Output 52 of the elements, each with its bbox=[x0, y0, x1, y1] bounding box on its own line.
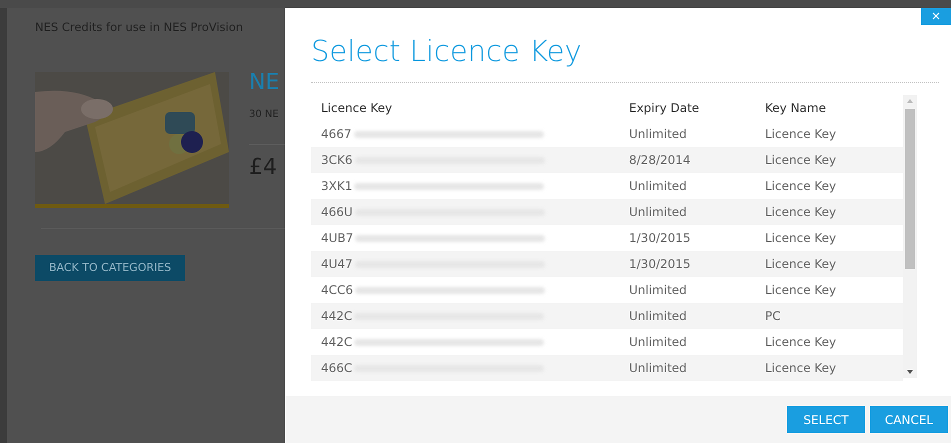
table-cell-text: Unlimited bbox=[629, 179, 688, 193]
column-header: Expiry Date bbox=[629, 101, 700, 115]
table-cell-text: Licence Key bbox=[765, 153, 838, 167]
table-cell-text: Licence Key bbox=[765, 179, 838, 193]
table-cell: 466U bbox=[321, 205, 353, 219]
table-cell-text: Licence Key bbox=[765, 231, 838, 245]
table-cell-text: Licence Key bbox=[765, 257, 838, 271]
table-cell: 442C bbox=[321, 309, 352, 323]
table-row[interactable]: 3CK6 8/28/2014 Licence Key bbox=[311, 147, 903, 173]
scrollbar[interactable] bbox=[903, 95, 917, 378]
table-cell: 4667 bbox=[321, 127, 352, 141]
back-to-categories-button[interactable]: BACK TO CATEGORIES bbox=[35, 255, 186, 281]
table-row[interactable]: 3XK1 Unlimited Licence Key bbox=[311, 173, 903, 199]
table-cell-text: Unlimited bbox=[629, 127, 688, 141]
column-header: Licence Key bbox=[320, 101, 394, 115]
table-row[interactable]: 442C Unlimited PC bbox=[311, 303, 903, 329]
table-cell: 4CC6 bbox=[321, 283, 354, 297]
select-button[interactable]: SELECT bbox=[787, 406, 865, 433]
table-row[interactable]: 4667 Unlimited Licence Key bbox=[311, 121, 903, 147]
table-cell-text: 1/30/2015 bbox=[629, 231, 692, 245]
table-cell: 4U47 bbox=[321, 257, 353, 271]
product-title: NE bbox=[249, 70, 280, 95]
table-cell-text: 8/28/2014 bbox=[629, 153, 692, 167]
table-cell-text: Licence Key bbox=[765, 361, 838, 375]
table-cell-text: Licence Key bbox=[765, 205, 838, 219]
table-cell-text: Unlimited bbox=[629, 205, 688, 219]
table-cell-text: Licence Key bbox=[765, 335, 838, 349]
table-row[interactable]: 466C Unlimited Licence Key bbox=[311, 355, 903, 381]
column-header: Key Name bbox=[765, 101, 827, 115]
table-cell-text: Unlimited bbox=[629, 335, 688, 349]
table-cell: 466C bbox=[321, 361, 352, 375]
table-row[interactable]: 442C Unlimited Licence Key bbox=[311, 329, 903, 355]
table-row[interactable]: 4U47 1/30/2015 Licence Key bbox=[311, 251, 903, 277]
table-cell-text: Licence Key bbox=[765, 283, 838, 297]
table-cell: 3XK1 bbox=[321, 179, 352, 193]
dialog-title: Select Licence Key bbox=[311, 34, 583, 68]
table-cell: 4UB7 bbox=[321, 231, 354, 245]
table-cell: 442C bbox=[321, 335, 352, 349]
table-cell-text: Unlimited bbox=[629, 361, 688, 375]
table-row[interactable]: 4UB7 1/30/2015 Licence Key bbox=[311, 225, 903, 251]
table-cell-text: 1/30/2015 bbox=[629, 257, 692, 271]
table-cell-text: Unlimited bbox=[629, 309, 688, 323]
table-cell-text: Unlimited bbox=[629, 283, 688, 297]
table-cell-text: Licence Key bbox=[765, 127, 838, 141]
cancel-button[interactable]: CANCEL bbox=[870, 406, 948, 433]
scroll-down-icon[interactable] bbox=[907, 370, 913, 374]
table-cell: 3CK6 bbox=[321, 153, 353, 167]
table-cell-text: PC bbox=[765, 309, 782, 323]
scroll-up-icon[interactable] bbox=[907, 99, 913, 103]
table-row[interactable]: 4CC6 Unlimited Licence Key bbox=[311, 277, 903, 303]
close-button[interactable]: × bbox=[921, 8, 951, 25]
table-row[interactable]: 466U Unlimited Licence Key bbox=[311, 199, 903, 225]
